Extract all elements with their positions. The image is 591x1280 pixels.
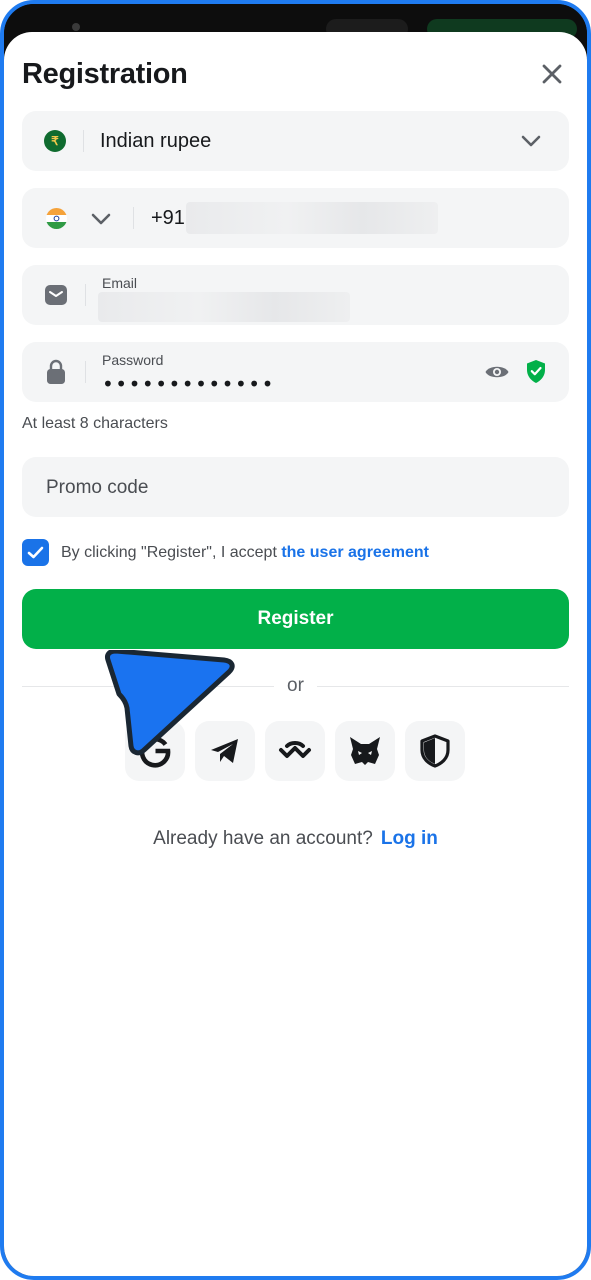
shield-icon	[420, 734, 450, 768]
shield-check-icon	[527, 360, 545, 383]
agreement-checkbox[interactable]	[22, 539, 49, 566]
walletconnect-login-button[interactable]	[265, 721, 325, 781]
password-hint: At least 8 characters	[22, 415, 168, 432]
shield-login-button[interactable]	[405, 721, 465, 781]
dial-code: +91	[151, 207, 185, 229]
metamask-fox-icon	[350, 737, 380, 765]
currency-select[interactable]: ₹ Indian rupee	[22, 111, 569, 171]
chevron-down-icon	[521, 135, 541, 147]
obscured-value	[98, 292, 350, 322]
walletconnect-icon	[279, 741, 311, 758]
divider	[85, 284, 86, 306]
login-link[interactable]: Log in	[381, 828, 438, 849]
divider	[133, 207, 134, 229]
phone-input[interactable]	[186, 202, 440, 234]
mail-icon	[45, 285, 67, 305]
promo-placeholder: Promo code	[46, 477, 149, 498]
promo-code-input[interactable]: Promo code	[22, 457, 569, 517]
password-field[interactable]: Password •••••••••••••	[22, 342, 569, 402]
currency-value: Indian rupee	[100, 130, 212, 152]
close-icon	[542, 64, 562, 84]
lock-icon	[47, 359, 65, 384]
email-label: Email	[102, 275, 138, 291]
eye-icon[interactable]	[484, 362, 510, 382]
email-field[interactable]: Email	[22, 265, 569, 325]
rupee-icon: ₹	[44, 130, 66, 152]
pointer-cursor-icon	[105, 650, 235, 756]
close-button[interactable]	[538, 60, 566, 88]
divider	[83, 130, 84, 152]
chevron-down-icon	[91, 213, 111, 225]
country-picker[interactable]	[22, 188, 132, 248]
phone-field: +91	[22, 188, 569, 248]
registration-sheet: Registration ₹ Indian rupee +91 Email Pa…	[4, 32, 587, 1276]
register-button[interactable]: Register	[22, 589, 569, 649]
login-prompt: Already have an account?	[153, 828, 373, 849]
obscured-value	[186, 202, 438, 234]
page-title: Registration	[22, 58, 188, 90]
checkmark-icon	[27, 546, 44, 559]
metamask-login-button[interactable]	[335, 721, 395, 781]
login-prompt-row: Already have an account? Log in	[4, 828, 587, 850]
password-label: Password	[102, 352, 164, 368]
user-agreement-link[interactable]: the user agreement	[281, 544, 429, 561]
device-frame: Registration ₹ Indian rupee +91 Email Pa…	[0, 0, 591, 1280]
india-flag-icon	[46, 208, 67, 229]
camera-dot	[72, 23, 80, 31]
password-masked-value: •••••••••••••	[102, 372, 275, 396]
divider-line	[317, 686, 569, 687]
agreement-prefix: By clicking "Register", I accept	[61, 544, 282, 561]
divider	[85, 361, 86, 383]
agreement-text: By clicking "Register", I accept the use…	[61, 544, 429, 562]
